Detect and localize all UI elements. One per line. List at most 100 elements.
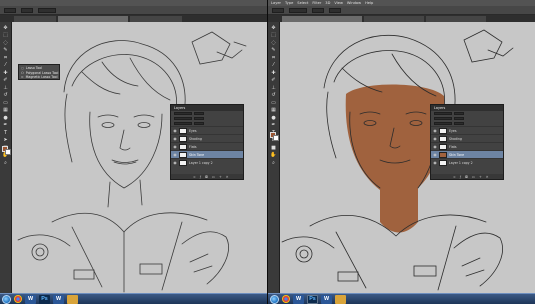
quick-select-tool-icon[interactable]: ✎: [2, 48, 10, 54]
zoom-tool-icon[interactable]: ⌕: [2, 160, 10, 166]
path-select-tool-icon[interactable]: ➤: [2, 138, 10, 144]
flyout-item-magnetic-lasso[interactable]: ⊂ Magnetic Lasso Tool: [21, 75, 57, 80]
delete-layer-icon[interactable]: ✕: [226, 175, 229, 179]
flow-field[interactable]: [329, 7, 341, 13]
windows-explorer-icon[interactable]: [335, 294, 346, 304]
word-icon[interactable]: W: [53, 294, 64, 304]
eraser-tool-icon[interactable]: ▭: [2, 100, 10, 106]
menu-filter[interactable]: Filter: [312, 1, 321, 5]
clone-stamp-tool-icon[interactable]: ⊥: [2, 85, 10, 91]
menu-select[interactable]: Select: [297, 1, 308, 5]
marquee-tool-icon[interactable]: ⬚: [270, 33, 278, 39]
crop-tool-icon[interactable]: ⌗: [270, 55, 278, 61]
visibility-eye-icon[interactable]: ◉: [433, 144, 437, 149]
pen-tool-icon[interactable]: ✒: [2, 123, 10, 129]
add-style-icon[interactable]: ƒ: [200, 175, 201, 179]
visibility-eye-icon[interactable]: ◉: [173, 152, 177, 157]
visibility-eye-icon[interactable]: ◉: [173, 144, 177, 149]
visibility-eye-icon[interactable]: ◉: [433, 128, 437, 133]
new-group-icon[interactable]: ▭: [212, 175, 215, 179]
layer-row[interactable]: ◉ Eyes: [171, 126, 243, 134]
windows-explorer-icon[interactable]: [67, 294, 78, 304]
tool-preset-picker[interactable]: [272, 7, 284, 13]
layer-row[interactable]: ◉ Shading: [171, 134, 243, 142]
lock-icons[interactable]: [434, 121, 452, 126]
shape-tool-icon[interactable]: ■: [270, 145, 278, 151]
healing-brush-tool-icon[interactable]: ✚: [270, 70, 278, 76]
eyedropper-tool-icon[interactable]: ⁄: [2, 63, 10, 69]
visibility-eye-icon[interactable]: ◉: [173, 160, 177, 165]
feather-field[interactable]: [21, 7, 33, 13]
dodge-tool-icon[interactable]: ●: [2, 115, 10, 121]
menu-type[interactable]: Type: [285, 1, 293, 5]
blend-mode-select[interactable]: [174, 116, 192, 121]
clone-stamp-tool-icon[interactable]: ⊥: [270, 85, 278, 91]
blend-mode-select[interactable]: [289, 7, 307, 13]
word-icon[interactable]: W: [293, 294, 304, 304]
link-layers-icon[interactable]: ∞: [193, 175, 196, 179]
add-mask-icon[interactable]: ◘: [205, 175, 208, 179]
chrome-icon[interactable]: [282, 295, 290, 303]
background-color-swatch[interactable]: [5, 149, 11, 155]
lasso-tool-icon[interactable]: ◌: [270, 40, 278, 46]
layer-kind-filter[interactable]: [434, 111, 452, 116]
menu-view[interactable]: View: [334, 1, 343, 5]
lock-icons[interactable]: [174, 121, 192, 126]
refine-edge-button[interactable]: [38, 7, 56, 13]
filter-icons[interactable]: [454, 111, 464, 116]
filter-icons[interactable]: [194, 111, 204, 116]
start-button[interactable]: [2, 294, 11, 304]
start-button[interactable]: [270, 294, 279, 304]
dodge-tool-icon[interactable]: ●: [270, 115, 278, 121]
menu-3d[interactable]: 3D: [325, 1, 330, 5]
menu-layer[interactable]: Layer: [271, 1, 281, 5]
chrome-icon[interactable]: [14, 295, 22, 303]
hand-tool-icon[interactable]: ✋: [270, 153, 278, 159]
layer-row[interactable]: ◉ Layer 1 copy 2: [431, 158, 503, 166]
brush-tool-icon[interactable]: ✐: [2, 78, 10, 84]
visibility-eye-icon[interactable]: ◉: [433, 136, 437, 141]
gradient-tool-icon[interactable]: ▦: [270, 108, 278, 114]
visibility-eye-icon[interactable]: ◉: [173, 128, 177, 133]
eyedropper-tool-icon[interactable]: ⁄: [270, 63, 278, 69]
menu-help[interactable]: Help: [365, 1, 373, 5]
pen-tool-icon[interactable]: ✒: [270, 123, 278, 129]
gradient-tool-icon[interactable]: ▦: [2, 108, 10, 114]
layer-row[interactable]: ◉ Shading: [431, 134, 503, 142]
new-layer-icon[interactable]: +: [479, 175, 482, 179]
move-tool-icon[interactable]: ✥: [2, 25, 10, 31]
blend-mode-select[interactable]: [434, 116, 452, 121]
add-style-icon[interactable]: ƒ: [460, 175, 461, 179]
layer-row[interactable]: ◉ Eyes: [431, 126, 503, 134]
lasso-tool-icon[interactable]: ◌: [2, 40, 10, 46]
history-brush-tool-icon[interactable]: ↺: [270, 93, 278, 99]
word-icon[interactable]: W: [25, 294, 36, 304]
history-brush-tool-icon[interactable]: ↺: [2, 93, 10, 99]
eraser-tool-icon[interactable]: ▭: [270, 100, 278, 106]
opacity-field[interactable]: [312, 7, 324, 13]
type-tool-icon[interactable]: T: [2, 130, 10, 136]
layer-kind-filter[interactable]: [174, 111, 192, 116]
new-group-icon[interactable]: ▭: [472, 175, 475, 179]
menu-window[interactable]: Window: [347, 1, 361, 5]
photoshop-icon[interactable]: Ps: [39, 294, 50, 304]
opacity-field[interactable]: [194, 116, 204, 121]
tool-preset-picker[interactable]: [4, 7, 16, 13]
photoshop-icon[interactable]: Ps: [307, 294, 318, 304]
fill-field[interactable]: [454, 121, 464, 126]
delete-layer-icon[interactable]: ✕: [486, 175, 489, 179]
layer-row[interactable]: ◉ Layer 1 copy 2: [171, 158, 243, 166]
brush-tool-icon[interactable]: ✐: [270, 78, 278, 84]
word-icon[interactable]: W: [321, 294, 332, 304]
add-mask-icon[interactable]: ◘: [465, 175, 468, 179]
new-layer-icon[interactable]: +: [219, 175, 222, 179]
move-tool-icon[interactable]: ✥: [270, 25, 278, 31]
link-layers-icon[interactable]: ∞: [453, 175, 456, 179]
quick-select-tool-icon[interactable]: ✎: [270, 48, 278, 54]
fill-field[interactable]: [194, 121, 204, 126]
visibility-eye-icon[interactable]: ◉: [173, 136, 177, 141]
layer-row-selected[interactable]: ◉ Skin Tone: [171, 150, 243, 158]
layer-row[interactable]: ◉ Flats: [431, 142, 503, 150]
crop-tool-icon[interactable]: ⌗: [2, 55, 10, 61]
visibility-eye-icon[interactable]: ◉: [433, 160, 437, 165]
